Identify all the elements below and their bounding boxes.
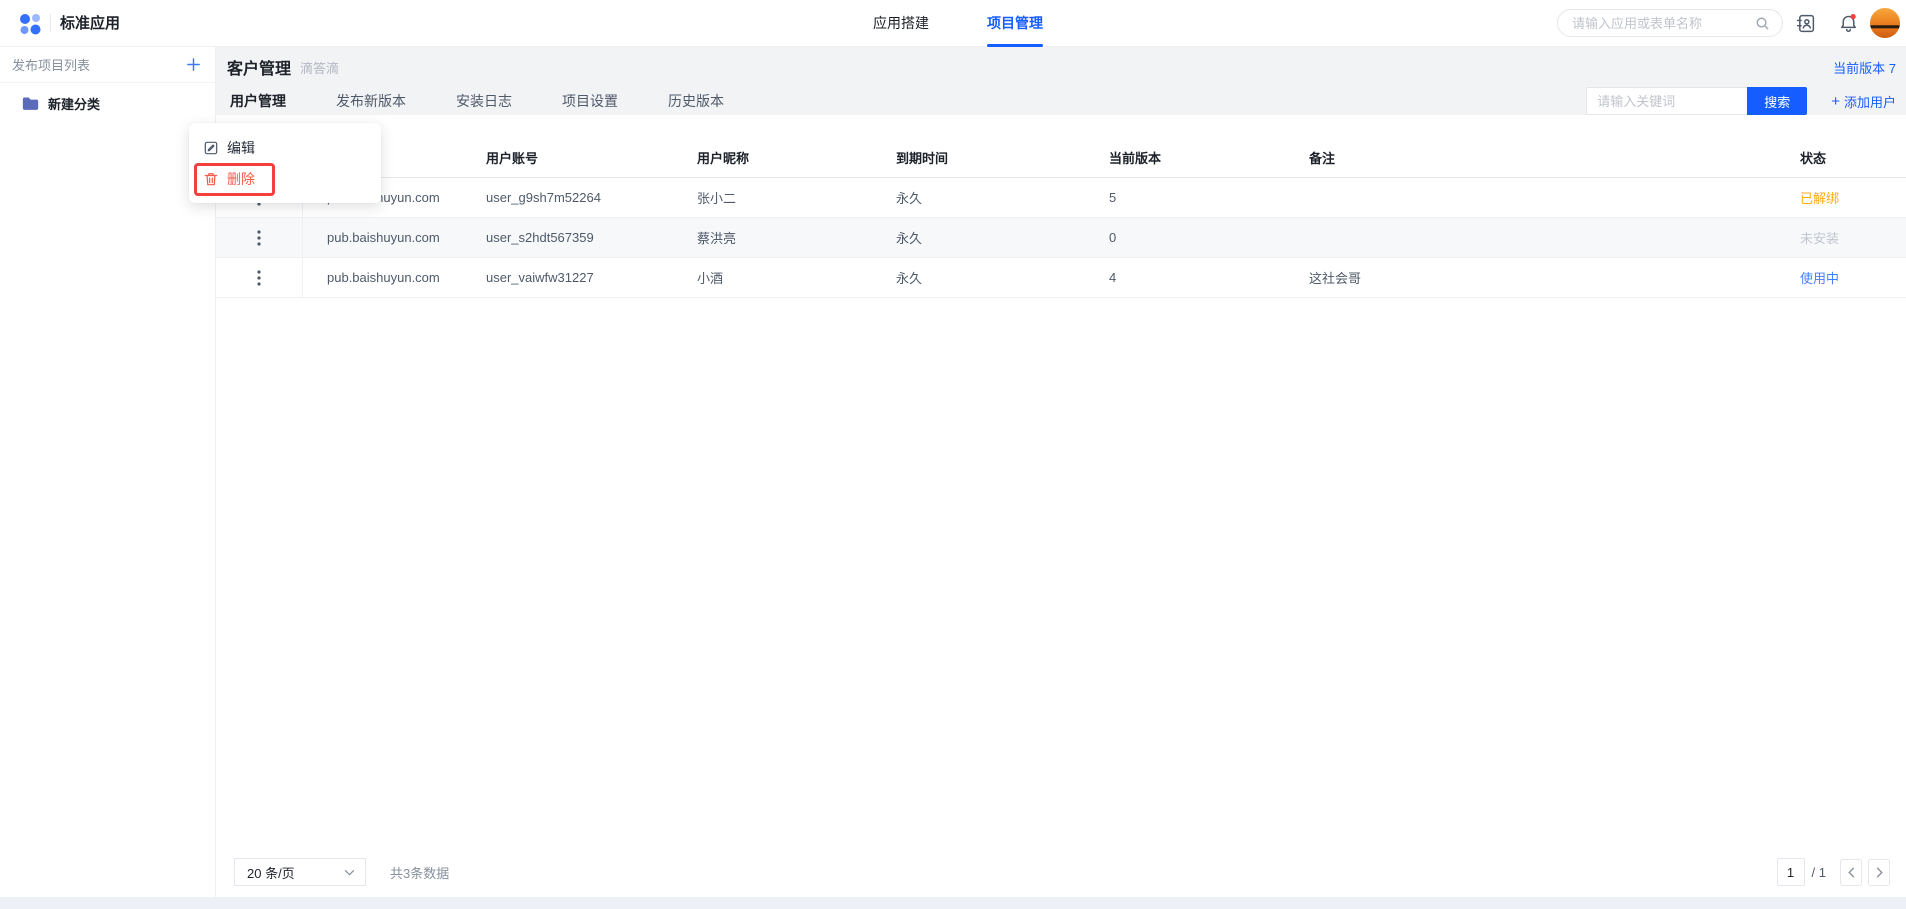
page-size-value: 20 条/页 (247, 863, 344, 882)
sidebar-item-label: 新建分类 (48, 94, 100, 113)
divider (50, 14, 51, 32)
add-user-label: 添加用户 (1844, 92, 1896, 111)
folder-icon (22, 96, 39, 111)
bell-icon[interactable] (1838, 12, 1859, 34)
tab-install-log[interactable]: 安装日志 (456, 91, 512, 111)
cell-remark: 这社会哥 (1293, 268, 1784, 287)
col-header-expiry: 到期时间 (880, 148, 1093, 167)
page-tab-row: 用户管理 发布新版本 安装日志 项目设置 历史版本 搜索 + 添加用户 (216, 87, 1906, 115)
status-badge: 未安装 (1800, 231, 1839, 246)
search-button[interactable]: 搜索 (1747, 87, 1807, 115)
cell-domain: pub.baishuyun.com (303, 230, 470, 245)
nav-tab-project-manage[interactable]: 项目管理 (987, 0, 1043, 47)
col-header-version: 当前版本 (1093, 148, 1293, 167)
global-search-input[interactable] (1572, 16, 1755, 31)
table-header: 用户账号 用户昵称 到期时间 当前版本 备注 状态 (216, 138, 1906, 178)
cell-nickname: 蔡洪亮 (681, 228, 880, 247)
current-page-input[interactable]: 1 (1777, 858, 1805, 886)
cell-account: user_vaiwfw31227 (470, 270, 681, 285)
sidebar-item-category[interactable]: 新建分类 (0, 83, 215, 123)
page-title: 客户管理 (227, 55, 291, 79)
add-project-icon[interactable] (186, 57, 201, 72)
row-actions-kebab-icon[interactable] (251, 266, 267, 290)
page-subtitle: 滴答滴 (300, 58, 339, 77)
add-user-button[interactable]: + 添加用户 (1831, 92, 1896, 111)
col-header-status: 状态 (1784, 148, 1906, 167)
plus-icon: + (1831, 94, 1840, 109)
sidebar-header-label: 发布项目列表 (12, 55, 186, 74)
table-row: pub.baishuyun.com user_vaiwfw31227 小酒 永久… (216, 258, 1906, 298)
tab-user-manage[interactable]: 用户管理 (230, 91, 286, 111)
search-icon (1755, 16, 1770, 31)
nav-tab-app-build[interactable]: 应用搭建 (873, 0, 929, 47)
page-total-label: / 1 (1812, 865, 1826, 880)
total-count: 共3条数据 (390, 863, 449, 882)
top-bar: 标准应用 应用搭建 项目管理 (0, 0, 1906, 47)
prev-page-button[interactable] (1840, 859, 1862, 886)
menu-item-delete[interactable]: 删除 (189, 163, 381, 194)
table-row: pub.baishuyun.com user_s2hdt567359 蔡洪亮 永… (216, 218, 1906, 258)
app-logo-icon[interactable] (18, 12, 42, 36)
chevron-down-icon (344, 869, 355, 876)
cell-expiry: 永久 (880, 268, 1093, 287)
table-footer: 20 条/页 共3条数据 1 / 1 (234, 858, 1890, 886)
global-search[interactable] (1557, 9, 1783, 37)
next-page-button[interactable] (1868, 859, 1890, 886)
app-title: 标准应用 (60, 0, 120, 47)
cell-expiry: 永久 (880, 188, 1093, 207)
project-title-row: 客户管理 滴答滴 当前版本 7 (216, 47, 1906, 87)
table-row: pub.baishuyun.com user_g9sh7m52264 张小二 永… (216, 178, 1906, 218)
row-actions-kebab-icon[interactable] (251, 226, 267, 250)
delete-label: 删除 (227, 169, 255, 189)
menu-item-edit[interactable]: 编辑 (189, 132, 381, 163)
row-context-menu: 编辑 删除 (189, 123, 381, 203)
edit-label: 编辑 (227, 138, 255, 158)
current-version-label: 当前版本 7 (1833, 58, 1896, 77)
cell-nickname: 张小二 (681, 188, 880, 207)
cell-domain: pub.baishuyun.com (303, 270, 470, 285)
tab-history-version[interactable]: 历史版本 (668, 91, 724, 111)
edit-icon (204, 141, 218, 155)
cell-account: user_g9sh7m52264 (470, 190, 681, 205)
cell-version: 4 (1093, 270, 1293, 285)
sidebar-header: 发布项目列表 (0, 47, 215, 83)
status-badge: 使用中 (1800, 271, 1839, 286)
col-header-remark: 备注 (1293, 148, 1784, 167)
contacts-icon[interactable] (1795, 13, 1816, 34)
sidebar: 发布项目列表 新建分类 (0, 47, 216, 897)
col-header-nickname: 用户昵称 (681, 148, 880, 167)
cell-expiry: 永久 (880, 228, 1093, 247)
cell-version: 0 (1093, 230, 1293, 245)
cell-account: user_s2hdt567359 (470, 230, 681, 245)
trash-icon (204, 172, 218, 186)
avatar[interactable] (1870, 8, 1900, 38)
top-nav: 应用搭建 项目管理 (873, 0, 1043, 47)
tab-publish-version[interactable]: 发布新版本 (336, 91, 406, 111)
cell-nickname: 小酒 (681, 268, 880, 287)
page-size-select[interactable]: 20 条/页 (234, 858, 366, 886)
main-content: 客户管理 滴答滴 当前版本 7 用户管理 发布新版本 安装日志 项目设置 历史版… (216, 47, 1906, 897)
keyword-input[interactable] (1586, 87, 1747, 115)
cell-version: 5 (1093, 190, 1293, 205)
page-tabs: 用户管理 发布新版本 安装日志 项目设置 历史版本 (230, 91, 724, 111)
status-badge: 已解绑 (1800, 191, 1839, 206)
col-header-account: 用户账号 (470, 148, 681, 167)
tab-project-settings[interactable]: 项目设置 (562, 91, 618, 111)
table-card: 用户账号 用户昵称 到期时间 当前版本 备注 状态 pub.baishuyun.… (216, 115, 1906, 897)
